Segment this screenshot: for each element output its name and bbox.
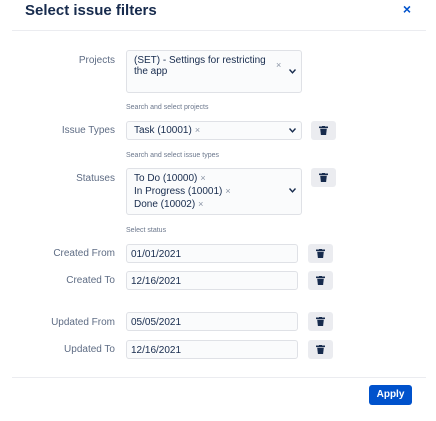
clear-updated-to-button[interactable] <box>308 340 333 359</box>
apply-button[interactable]: Apply <box>369 385 412 405</box>
issue-types-help: Search and select issue types <box>126 152 219 159</box>
created-to-input[interactable]: 12/16/2021 <box>126 271 298 290</box>
updated-to-input[interactable]: 12/16/2021 <box>126 340 298 359</box>
trash-icon <box>316 317 325 326</box>
trash-icon <box>316 249 325 258</box>
status-tag: In Progress (10001) × <box>134 186 231 197</box>
created-to-label: Created To <box>66 275 115 286</box>
remove-tag-icon[interactable]: × <box>198 199 203 209</box>
footer-divider <box>12 377 426 378</box>
created-from-label: Created From <box>53 248 115 259</box>
statuses-label: Statuses <box>76 173 115 184</box>
updated-to-label: Updated To <box>64 344 115 355</box>
trash-icon <box>316 345 325 354</box>
close-icon[interactable]: × <box>400 2 414 16</box>
chevron-down-icon[interactable] <box>288 68 297 76</box>
chevron-down-icon[interactable] <box>288 127 297 135</box>
clear-updated-from-button[interactable] <box>308 312 333 331</box>
project-tag-line1: (SET) - Settings for restricting <box>134 55 266 66</box>
dialog-title: Select issue filters <box>25 2 157 19</box>
issue-types-select[interactable]: Task (10001) × <box>126 121 302 140</box>
trash-icon <box>316 276 325 285</box>
remove-tag-icon[interactable]: × <box>200 173 205 183</box>
trash-icon <box>319 126 328 135</box>
projects-select[interactable]: (SET) - Settings for restricting the app… <box>126 50 302 93</box>
chevron-down-icon[interactable] <box>288 187 297 195</box>
clear-statuses-button[interactable] <box>311 168 336 187</box>
header-divider <box>12 30 426 31</box>
issue-types-label: Issue Types <box>61 125 115 136</box>
project-tag-line2: the app <box>134 66 168 77</box>
updated-from-label: Updated From <box>51 317 115 328</box>
issue-filters-dialog: Select issue filters × Projects (SET) - … <box>0 0 436 421</box>
statuses-help: Select status <box>126 227 167 234</box>
created-from-input[interactable]: 01/01/2021 <box>126 244 298 263</box>
updated-from-input[interactable]: 05/05/2021 <box>126 312 298 331</box>
remove-tag-icon[interactable]: × <box>195 125 200 135</box>
statuses-select[interactable]: To Do (10000) × In Progress (10001) × Done… <box>126 168 302 215</box>
projects-help: Search and select projects <box>126 104 209 111</box>
status-tag: Done (10002) × <box>134 199 204 210</box>
status-tag: To Do (10000) × <box>134 173 206 184</box>
remove-tag-icon[interactable]: × <box>225 186 230 196</box>
clear-issue-types-button[interactable] <box>311 121 336 140</box>
projects-label: Projects <box>78 55 115 66</box>
remove-tag-icon[interactable]: × <box>276 60 281 70</box>
clear-created-to-button[interactable] <box>308 271 333 290</box>
clear-created-from-button[interactable] <box>308 244 333 263</box>
trash-icon <box>319 173 328 182</box>
issue-type-tag: Task (10001) × <box>134 125 201 136</box>
